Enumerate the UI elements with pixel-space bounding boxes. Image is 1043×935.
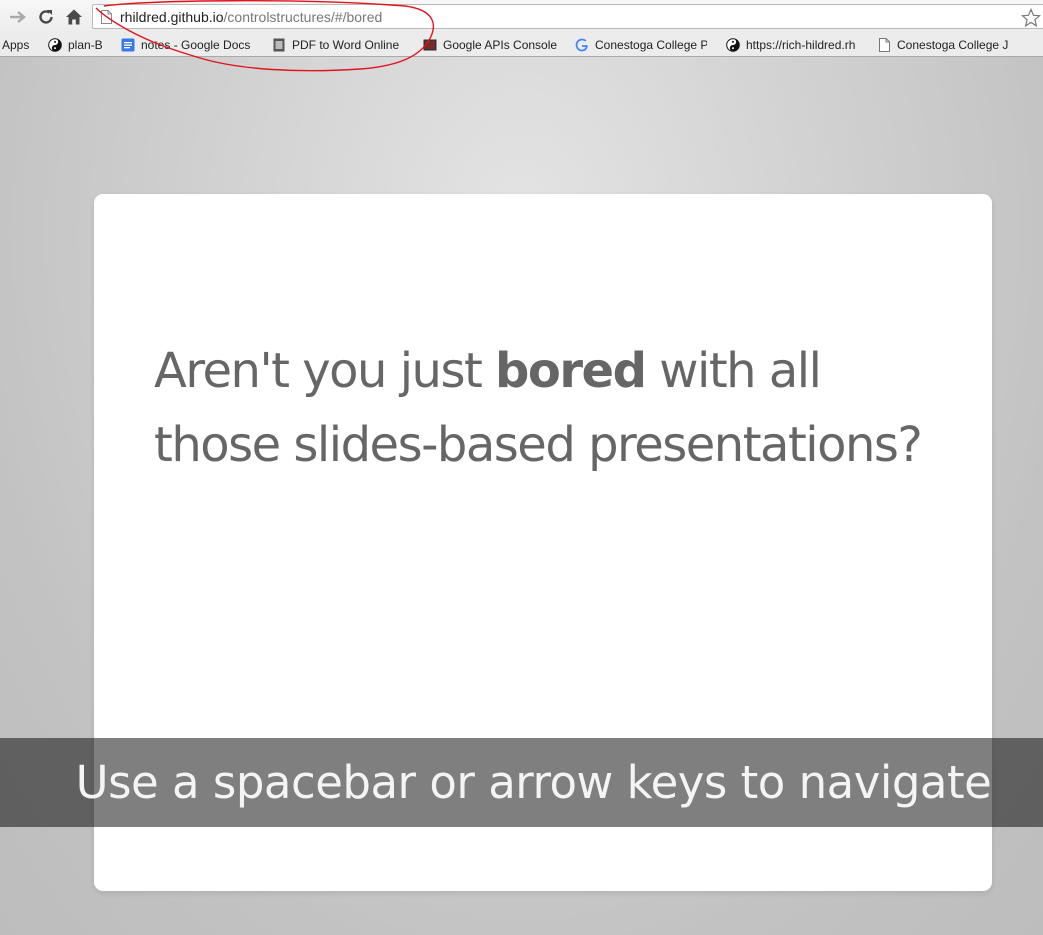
page-icon (101, 9, 112, 24)
navigation-hint-bar: Use a spacebar or arrow keys to navigate (0, 738, 1043, 827)
bookmark-conestoga-college-p[interactable]: Conestoga College P (575, 37, 707, 53)
bookmark-label: Apps (2, 38, 30, 52)
headline-text-end: with all (645, 343, 822, 399)
page-icon (877, 38, 891, 52)
google-docs-icon (121, 38, 135, 52)
bookmark-apps[interactable]: Apps (2, 37, 29, 53)
home-icon (66, 9, 82, 25)
forward-button[interactable] (7, 6, 29, 28)
bookmark-google-apis-console[interactable]: Google APIs Console (423, 37, 557, 53)
console-icon (423, 38, 437, 52)
home-button[interactable] (63, 6, 85, 28)
forward-arrow-icon (10, 11, 26, 23)
bookmarks-bar: Apps plan-B notes - Google Docs PDF to W… (0, 33, 1043, 57)
headline-text-start: Aren't you just (154, 343, 496, 399)
bookmark-label: plan-B (68, 38, 103, 52)
bookmark-label: Conestoga College P (595, 38, 707, 52)
yin-yang-icon (48, 38, 62, 52)
browser-toolbar: rhildred.github.io/controlstructures/#/b… (0, 0, 1043, 33)
bookmark-label: notes - Google Docs (141, 38, 251, 52)
bookmark-label: Google APIs Console (443, 38, 558, 52)
bookmark-label: PDF to Word Online (292, 38, 400, 52)
navigation-hint-text: Use a spacebar or arrow keys to navigate (75, 756, 992, 809)
yin-yang-icon (726, 38, 740, 52)
headline-line-2: those slides-based presentations? (154, 417, 923, 473)
reload-button[interactable] (35, 6, 57, 28)
bookmark-plan-b[interactable]: plan-B (48, 37, 103, 53)
reload-icon (39, 10, 53, 24)
bookmark-label: https://rich-hildred.rh (746, 38, 856, 52)
headline-emphasis: bored (495, 343, 647, 399)
pdf-icon (272, 38, 286, 52)
bookmark-notes-google-docs[interactable]: notes - Google Docs (121, 37, 250, 53)
url-path: /controlstructures/#/bored (223, 8, 383, 25)
bookmark-conestoga-college-j[interactable]: Conestoga College J (877, 37, 1013, 53)
slide-headline: Aren't you just bored with all those sli… (154, 334, 954, 482)
url-host: rhildred.github.io (120, 8, 224, 25)
bookmark-pdf-to-word[interactable]: PDF to Word Online (272, 37, 404, 53)
bookmark-rich-hildred[interactable]: https://rich-hildred.rh (726, 37, 862, 53)
address-bar[interactable]: rhildred.github.io/controlstructures/#/b… (92, 4, 1043, 29)
bookmark-label: Conestoga College J (897, 38, 1009, 52)
bookmark-star-icon[interactable] (1020, 7, 1042, 33)
google-icon (575, 38, 589, 52)
